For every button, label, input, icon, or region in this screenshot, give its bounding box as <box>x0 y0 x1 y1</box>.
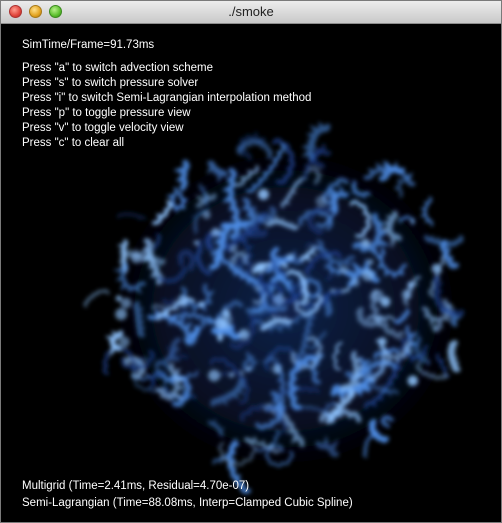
smoke-blob <box>401 289 412 300</box>
smoke-blob <box>130 252 142 264</box>
smoke-blob <box>410 219 415 224</box>
smoke-blob <box>432 324 441 333</box>
pressure-solver-status: Multigrid (Time=2.41ms, Residual=4.70e-0… <box>22 480 250 492</box>
smoke-blob <box>361 269 374 282</box>
help-line: Press "c" to clear all <box>22 137 125 149</box>
smoke-blob <box>246 366 252 372</box>
smoke-blob <box>215 317 227 329</box>
app-window: ./smoke SimTime/Frame=91.73ms Press "a" … <box>0 0 502 523</box>
help-line: Press "s" to switch pressure solver <box>22 77 199 89</box>
smoke-blob <box>255 262 266 273</box>
smoke-blob <box>304 255 310 261</box>
smoke-wisp <box>173 159 190 191</box>
smoke-blob <box>238 329 249 340</box>
advection-status: Semi-Lagrangian (Time=88.08ms, Interp=Cl… <box>22 497 353 509</box>
simulation-canvas[interactable]: SimTime/Frame=91.73ms Press "a" to switc… <box>1 24 501 522</box>
sim-time-label: SimTime/Frame=91.73ms <box>22 39 155 51</box>
smoke-blob <box>431 263 442 274</box>
window-title: ./smoke <box>228 4 274 19</box>
smoke-blob <box>350 277 360 287</box>
smoke-blob <box>211 227 220 237</box>
smoke-blob <box>118 336 130 348</box>
smoke-blob <box>286 253 294 261</box>
smoke-blob <box>258 188 269 200</box>
smoke-blob <box>273 293 285 305</box>
help-line: Press "i" to switch Semi-Lagrangian inte… <box>22 92 312 104</box>
smoke-blob <box>115 308 127 321</box>
smoke-blob <box>230 245 237 253</box>
smoke-blob <box>202 211 211 219</box>
smoke-blob <box>120 297 132 309</box>
smoke-blob <box>367 259 374 265</box>
smoke-blob <box>198 301 205 308</box>
smoke-blob <box>177 295 189 306</box>
smoke-blob <box>115 295 122 302</box>
smoke-blob <box>315 195 327 207</box>
smoke-blob <box>229 372 234 378</box>
help-line: Press "p" to toggle pressure view <box>22 107 191 119</box>
smoke-blob <box>378 337 387 346</box>
smoke-blob <box>407 281 415 289</box>
smoke-blob <box>193 240 199 245</box>
help-line: Press "a" to switch advection scheme <box>22 62 213 74</box>
smoke-blob <box>339 265 348 274</box>
smoke-blob <box>239 370 245 376</box>
smoke-blob <box>208 369 221 382</box>
smoke-blob <box>407 375 419 387</box>
smoke-blob <box>361 238 371 248</box>
smoke-blob <box>272 364 282 374</box>
help-line: Press "v" to toggle velocity view <box>22 122 184 134</box>
title-bar[interactable]: ./smoke <box>1 1 501 24</box>
smoke-blob <box>380 296 391 307</box>
